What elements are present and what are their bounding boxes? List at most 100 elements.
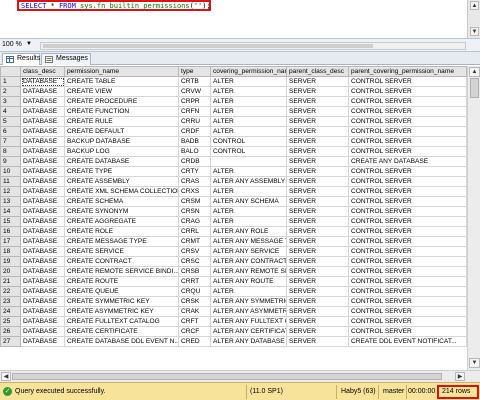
table-cell[interactable]: CRSB [178, 266, 211, 277]
table-cell[interactable]: ALTER ANY ROUTE [210, 276, 287, 287]
table-cell[interactable]: CRSV [178, 246, 211, 257]
table-cell[interactable]: DATABASE [20, 246, 65, 257]
row-number[interactable]: 11 [0, 176, 21, 187]
table-cell[interactable]: BACKUP LOG [64, 146, 179, 157]
column-header[interactable]: type [178, 66, 211, 77]
table-cell[interactable]: DATABASE [20, 166, 65, 177]
table-cell[interactable]: ALTER [210, 126, 287, 137]
table-cell[interactable] [210, 156, 287, 167]
table-row[interactable]: 11 DATABASE CREATE ASSEMBLY CRAS ALTER ANY A… [0, 176, 467, 187]
table-cell[interactable]: DATABASE [20, 236, 65, 247]
table-cell[interactable]: DATABASE [20, 76, 65, 87]
row-number[interactable]: 6 [0, 126, 21, 137]
table-cell[interactable]: SERVER [286, 336, 349, 347]
scrollbar-thumb[interactable] [43, 44, 373, 48]
table-cell[interactable]: CRSK [178, 296, 211, 307]
table-cell[interactable]: CRAG [178, 216, 211, 227]
row-number[interactable]: 14 [0, 206, 21, 217]
table-row[interactable]: 9 DATABASE CREATE DATABASE CRDB SERVER CREATE… [0, 156, 467, 167]
table-cell[interactable]: CREATE REMOTE SERVICE BINDI... [64, 266, 179, 277]
table-cell[interactable]: CONTROL SERVER [348, 326, 467, 337]
table-cell[interactable]: ALTER [210, 86, 287, 97]
table-cell[interactable]: CONTROL SERVER [348, 126, 467, 137]
table-row[interactable]: 12 DATABASE CREATE XML SCHEMA COLLECTION CR… [0, 186, 467, 197]
table-cell[interactable]: DATABASE [20, 116, 65, 127]
table-cell[interactable]: CREATE ANY DATABASE [348, 156, 467, 167]
row-number[interactable]: 3 [0, 96, 21, 107]
table-cell[interactable]: CREATE CONTRACT [64, 256, 179, 267]
table-row[interactable]: 14 DATABASE CREATE SYNONYM CRSN ALTER SERVER C… [0, 206, 467, 217]
table-cell[interactable]: DATABASE [20, 136, 65, 147]
table-cell[interactable]: DATABASE [20, 156, 65, 167]
table-cell[interactable]: CREATE ASYMMETRIC KEY [64, 306, 179, 317]
row-number[interactable]: 17 [0, 236, 21, 247]
table-cell[interactable]: CONTROL SERVER [348, 136, 467, 147]
table-cell[interactable]: SERVER [286, 106, 349, 117]
table-cell[interactable]: DATABASE [20, 86, 65, 97]
row-number[interactable]: 16 [0, 226, 21, 237]
table-cell[interactable]: DATABASE [20, 196, 65, 207]
table-row[interactable]: 20 DATABASE CREATE REMOTE SERVICE BINDI...… [0, 266, 467, 277]
table-cell[interactable]: DATABASE [20, 206, 65, 217]
row-number[interactable]: 10 [0, 166, 21, 177]
table-cell[interactable]: CREATE FULLTEXT CATALOG [64, 316, 179, 327]
table-cell[interactable]: ALTER ANY SYMMETRIC... [210, 296, 287, 307]
table-cell[interactable]: ALTER ANY CONTRACT [210, 256, 287, 267]
table-cell[interactable]: CREATE VIEW [64, 86, 179, 97]
table-cell[interactable]: CONTROL SERVER [348, 116, 467, 127]
table-cell[interactable]: DATABASE [20, 296, 65, 307]
table-cell[interactable]: ALTER ANY MESSAGE T... [210, 236, 287, 247]
table-cell[interactable]: DATABASE [20, 176, 65, 187]
table-cell[interactable]: SERVER [286, 136, 349, 147]
table-cell[interactable]: CREATE AGGREGATE [64, 216, 179, 227]
table-cell[interactable]: CRSN [178, 206, 211, 217]
table-cell[interactable]: BACKUP DATABASE [64, 136, 179, 147]
table-cell[interactable]: CRFN [178, 106, 211, 117]
table-cell[interactable]: CONTROL SERVER [348, 86, 467, 97]
table-cell[interactable]: SERVER [286, 86, 349, 97]
table-cell[interactable]: CRTB [178, 76, 211, 87]
table-cell[interactable]: DATABASE [20, 186, 65, 197]
table-cell[interactable]: CONTROL [210, 146, 287, 157]
corner-header[interactable] [0, 66, 21, 77]
table-cell[interactable]: SERVER [286, 176, 349, 187]
table-cell[interactable]: ALTER [210, 166, 287, 177]
table-cell[interactable]: CONTROL SERVER [348, 166, 467, 177]
row-number[interactable]: 7 [0, 136, 21, 147]
table-cell[interactable]: CRFT [178, 316, 211, 327]
table-cell[interactable]: SERVER [286, 156, 349, 167]
table-row[interactable]: 1 DATABASE CREATE TABLE CRTB ALTER SERVER CONT… [0, 76, 467, 87]
row-number[interactable]: 22 [0, 286, 21, 297]
table-cell[interactable]: CREATE CERTIFICATE [64, 326, 179, 337]
table-cell[interactable]: SERVER [286, 326, 349, 337]
table-cell[interactable]: DATABASE [20, 126, 65, 137]
table-cell[interactable]: CREATE TABLE [64, 76, 179, 87]
row-number[interactable]: 13 [0, 196, 21, 207]
table-cell[interactable]: SERVER [286, 126, 349, 137]
table-cell[interactable]: SERVER [286, 96, 349, 107]
table-cell[interactable]: CONTROL SERVER [348, 196, 467, 207]
scroll-up-icon[interactable]: ▲ [470, 1, 479, 10]
table-cell[interactable]: CONTROL SERVER [348, 186, 467, 197]
scrollbar-thumb[interactable] [470, 78, 479, 98]
table-cell[interactable]: SERVER [286, 146, 349, 157]
table-cell[interactable]: ALTER ANY SCHEMA [210, 196, 287, 207]
table-cell[interactable]: CREATE ASSEMBLY [64, 176, 179, 187]
grid-vertical-scrollbar[interactable]: ▲ ▼ [467, 66, 480, 370]
grid-horizontal-scrollbar[interactable]: ◀ ▶ [0, 370, 480, 382]
table-cell[interactable]: ALTER [210, 216, 287, 227]
table-row[interactable]: 15 DATABASE CREATE AGGREGATE CRAG ALTER SERVE… [0, 216, 467, 227]
table-cell[interactable]: CRXS [178, 186, 211, 197]
table-cell[interactable]: CREATE SCHEMA [64, 196, 179, 207]
table-cell[interactable]: SERVER [286, 76, 349, 87]
table-cell[interactable]: CREATE FUNCTION [64, 106, 179, 117]
table-cell[interactable]: CONTROL SERVER [348, 176, 467, 187]
table-cell[interactable]: CREATE XML SCHEMA COLLECTION [64, 186, 179, 197]
table-cell[interactable]: CRRL [178, 226, 211, 237]
table-cell[interactable]: CRRT [178, 276, 211, 287]
row-number[interactable]: 23 [0, 296, 21, 307]
table-row[interactable]: 25 DATABASE CREATE FULLTEXT CATALOG CRFT ALT… [0, 316, 467, 327]
row-number[interactable]: 25 [0, 316, 21, 327]
table-cell[interactable]: DATABASE [20, 326, 65, 337]
table-cell[interactable]: CONTROL SERVER [348, 266, 467, 277]
